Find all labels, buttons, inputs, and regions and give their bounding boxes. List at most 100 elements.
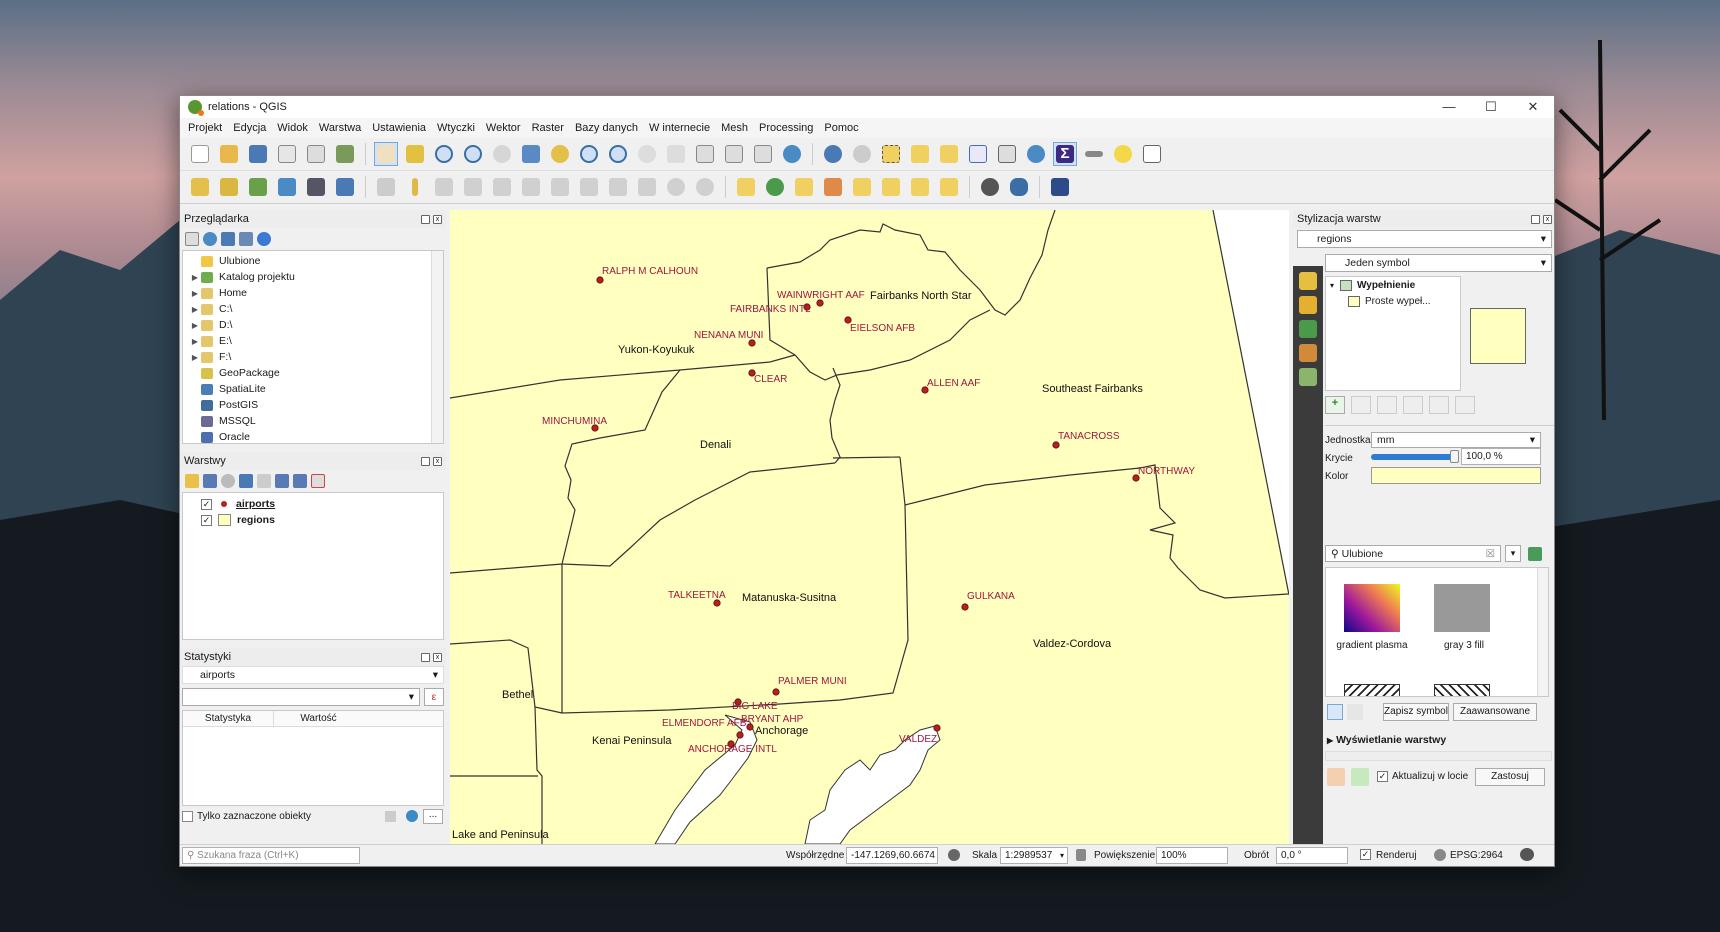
menu-wtyczki[interactable]: Wtyczki <box>437 122 475 134</box>
layer-item-airports[interactable]: ✓ airports <box>183 496 443 512</box>
hatch-fill-swatch[interactable] <box>1344 684 1400 696</box>
add-selected-layers-icon[interactable] <box>185 232 199 246</box>
maximize-button[interactable]: ☐ <box>1470 96 1512 118</box>
duplicate-symbol-layer-button[interactable] <box>1403 396 1423 414</box>
gray-3-fill-swatch[interactable] <box>1434 584 1490 632</box>
data-source-manager-icon[interactable] <box>188 175 212 199</box>
scale-select[interactable]: 1:2989537 ▾ <box>1000 847 1068 864</box>
browser-item[interactable]: Oracle <box>189 429 443 445</box>
menu-raster[interactable]: Raster <box>532 122 564 134</box>
menu-processing[interactable]: Processing <box>759 122 813 134</box>
toolbox-icon[interactable] <box>1024 142 1048 166</box>
browser-item[interactable]: ▶ F:\ <box>189 349 443 365</box>
save-symbol-button[interactable]: Zapisz symbol <box>1383 703 1449 721</box>
select-features-icon[interactable] <box>879 142 903 166</box>
chevron-right-icon[interactable]: ▶ <box>189 353 201 362</box>
actions-icon[interactable] <box>850 142 874 166</box>
extent-toggle-icon[interactable] <box>948 849 960 861</box>
new-geopackage-layer-icon[interactable] <box>217 175 241 199</box>
browser-item[interactable]: ▶ E:\ <box>189 333 443 349</box>
add-symbol-layer-button[interactable]: + <box>1325 396 1345 414</box>
text-annotation-icon[interactable] <box>1140 142 1164 166</box>
change-label-icon[interactable] <box>937 175 961 199</box>
apply-button[interactable]: Zastosuj <box>1475 768 1545 786</box>
library-scrollbar[interactable] <box>1537 568 1548 696</box>
labels-tab-icon[interactable] <box>1299 296 1317 314</box>
expand-all-icon[interactable] <box>275 474 289 488</box>
layer-visibility-checkbox[interactable]: ✓ <box>201 498 212 510</box>
add-point-feature-icon[interactable] <box>461 175 485 199</box>
minimize-button[interactable]: — <box>1428 96 1470 118</box>
refresh-stats-icon[interactable] <box>406 810 418 822</box>
save-edits-icon[interactable] <box>432 175 456 199</box>
browser-item[interactable]: ▶ D:\ <box>189 317 443 333</box>
3d-view-tab-icon[interactable] <box>1299 320 1317 338</box>
float-panel-icon[interactable] <box>421 652 430 662</box>
crs-button[interactable]: EPSG:2964 <box>1450 850 1503 861</box>
lock-scale-icon[interactable] <box>1076 849 1086 861</box>
menu-ustawienia[interactable]: Ustawienia <box>372 122 426 134</box>
zoom-rubberband-icon[interactable] <box>490 142 514 166</box>
list-view-button[interactable] <box>1347 704 1363 720</box>
clear-icon[interactable]: ☒ <box>1486 548 1495 560</box>
current-edits-icon[interactable] <box>374 175 398 199</box>
identify-icon[interactable] <box>821 142 845 166</box>
history-tab-icon[interactable] <box>1299 368 1317 386</box>
menu-wektor[interactable]: Wektor <box>486 122 521 134</box>
remove-layer-icon[interactable] <box>311 474 325 488</box>
zoom-last-icon[interactable] <box>635 142 659 166</box>
browser-item[interactable]: SpatiaLite <box>189 381 443 397</box>
browser-item[interactable]: GeoPackage <box>189 365 443 381</box>
statistical-summary-icon[interactable]: Σ <box>1053 142 1077 166</box>
python-console-icon[interactable] <box>1007 175 1031 199</box>
color-button[interactable] <box>1371 467 1541 484</box>
map-tips-icon[interactable] <box>1111 142 1135 166</box>
masks-tab-icon[interactable] <box>1299 344 1317 362</box>
add-vector-layer-icon[interactable] <box>246 175 270 199</box>
collapse-all-icon[interactable] <box>293 474 307 488</box>
menu-pomoc[interactable]: Pomoc <box>824 122 858 134</box>
browser-item[interactable]: MSSQL <box>189 413 443 429</box>
browser-item[interactable]: ▶ Home <box>189 285 443 301</box>
save-project-icon[interactable] <box>246 142 270 166</box>
messages-icon[interactable] <box>1520 848 1534 861</box>
only-selected-checkbox[interactable] <box>182 810 193 822</box>
rotation-spinbox[interactable]: 0,0 ° <box>1276 847 1348 864</box>
render-checkbox[interactable]: ✓ <box>1360 849 1371 860</box>
menu-projekt[interactable]: Projekt <box>188 122 222 134</box>
new-print-layout-icon[interactable] <box>275 142 299 166</box>
search-dropdown-button[interactable]: ▾ <box>1505 545 1521 562</box>
field-calculator-icon[interactable] <box>995 142 1019 166</box>
close-panel-icon[interactable]: x <box>433 652 442 662</box>
paste-features-icon[interactable] <box>635 175 659 199</box>
zoom-out-icon[interactable] <box>461 142 485 166</box>
refresh-icon[interactable] <box>203 232 217 246</box>
column-header-wartosc[interactable]: Wartość <box>273 711 363 726</box>
layer-item-regions[interactable]: ✓ regions <box>183 512 443 528</box>
locator-search-input[interactable]: ⚲ Szukana fraza (Ctrl+K) <box>182 847 360 864</box>
manage-themes-icon[interactable] <box>221 474 235 488</box>
style-manager-icon[interactable] <box>1528 547 1542 561</box>
live-update-checkbox[interactable]: ✓ <box>1377 771 1388 782</box>
attribute-table-icon[interactable] <box>966 142 990 166</box>
add-raster-layer-icon[interactable] <box>275 175 299 199</box>
chevron-right-icon[interactable]: ▶ <box>189 273 201 282</box>
redo-icon[interactable] <box>693 175 717 199</box>
layout-manager-icon[interactable] <box>304 142 328 166</box>
expand-arrow-icon[interactable]: ▾ <box>1330 281 1340 290</box>
chevron-right-icon[interactable]: ▶ <box>189 337 201 346</box>
collapse-all-icon[interactable] <box>239 232 253 246</box>
rotate-label-icon[interactable] <box>908 175 932 199</box>
new-bookmark-icon[interactable] <box>722 142 746 166</box>
filter-legend-icon[interactable] <box>239 474 253 488</box>
remove-symbol-layer-button[interactable] <box>1351 396 1371 414</box>
menu-bazy-danych[interactable]: Bazy danych <box>575 122 638 134</box>
zoom-next-icon[interactable] <box>664 142 688 166</box>
open-styling-icon[interactable] <box>185 474 199 488</box>
chevron-right-icon[interactable]: ▶ <box>189 305 201 314</box>
map-svg[interactable]: Fairbanks North Star Yukon-Koyukuk Southea… <box>450 210 1289 844</box>
modify-attributes-icon[interactable] <box>519 175 543 199</box>
float-panel-icon[interactable] <box>421 214 430 224</box>
styling-layer-select[interactable]: regions ▾ <box>1297 230 1552 248</box>
add-delimited-text-icon[interactable] <box>333 175 357 199</box>
